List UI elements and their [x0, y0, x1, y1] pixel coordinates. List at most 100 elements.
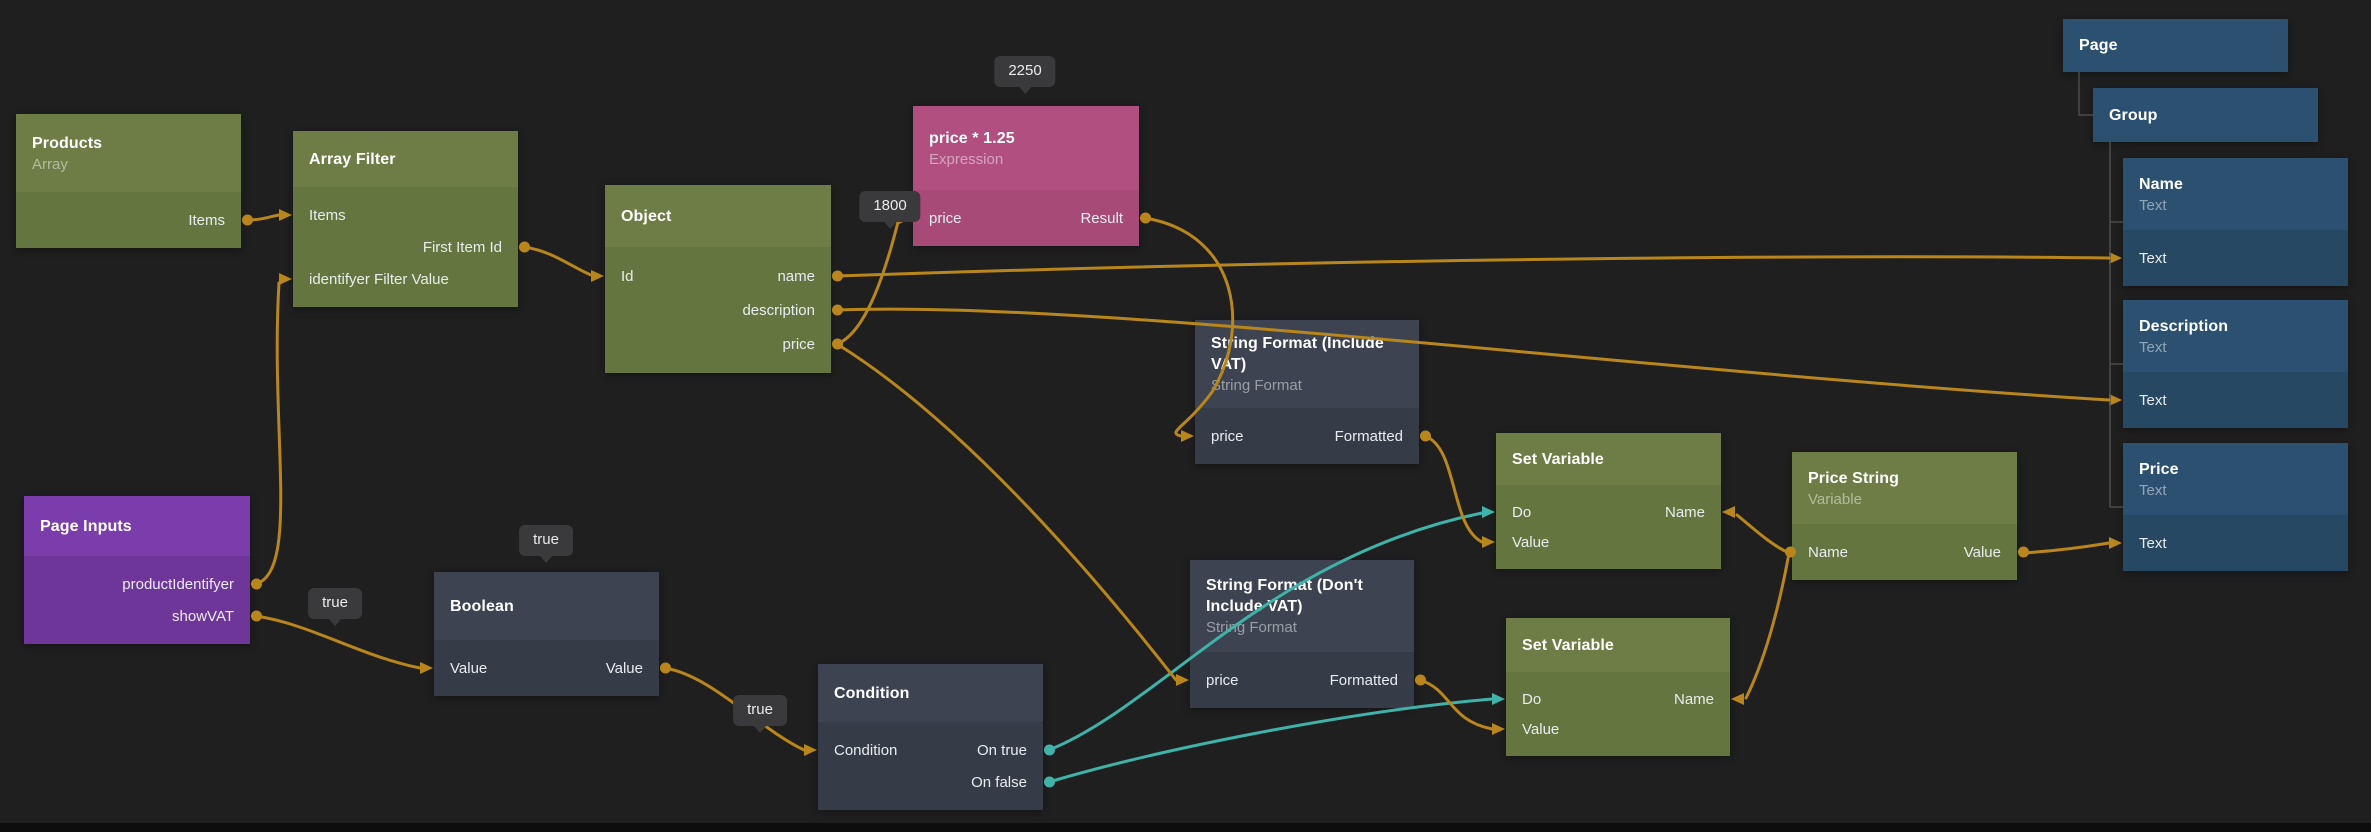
node-string-format-dont-include-vat[interactable]: String Format (Don't Include VAT)String …: [1190, 560, 1414, 708]
port-arrow-connector[interactable]: [2109, 394, 2122, 406]
port-dot-connector[interactable]: [1415, 675, 1426, 686]
node-object[interactable]: ObjectIdnamedescriptionprice: [605, 185, 831, 373]
port-dot-connector[interactable]: [242, 215, 253, 226]
port-dot-connector[interactable]: [660, 663, 671, 674]
wire-array-filter-first-item-id--object-id[interactable]: [524, 247, 591, 275]
port-arrow-connector[interactable]: [1482, 536, 1495, 548]
node-condition[interactable]: ConditionConditionOn trueOn false: [818, 664, 1043, 810]
node-string-format-include-vat[interactable]: String Format (Include VAT)String Format…: [1195, 320, 1419, 464]
wire-object-description--text-description-text[interactable]: [837, 309, 2109, 400]
node-text-description[interactable]: DescriptionTextText: [2123, 300, 2348, 428]
wire-condition-on-false--set-variable-2-do[interactable]: [1049, 699, 1492, 782]
node-products[interactable]: ProductsArray Items: [16, 114, 241, 248]
node-page[interactable]: Page: [2063, 19, 2288, 72]
wire-object-name--text-name-text[interactable]: [837, 257, 2109, 276]
port-dot-connector[interactable]: [251, 579, 262, 590]
port-arrow-connector[interactable]: [279, 209, 292, 221]
port-output-first-item-id[interactable]: First Item Id: [423, 239, 502, 256]
port-input-condition[interactable]: Condition: [834, 742, 897, 759]
port-output-items[interactable]: Items: [188, 212, 225, 229]
port-output-formatted[interactable]: Formatted: [1335, 428, 1403, 445]
node-page-inputs[interactable]: Page InputsproductIdentifyershowVAT: [24, 496, 250, 644]
port-input-identifyer-filter-value[interactable]: identifyer Filter Value: [309, 271, 449, 288]
port-dot-connector[interactable]: [2018, 547, 2029, 558]
port-arrow-connector[interactable]: [2109, 537, 2122, 549]
port-output-value[interactable]: Value: [1964, 544, 2001, 561]
node-set-variable-2[interactable]: Set VariableDoNameValue: [1506, 618, 1730, 756]
port-output-on-true[interactable]: On true: [977, 742, 1027, 759]
node-group[interactable]: Group: [2093, 88, 2318, 142]
node-expression[interactable]: price * 1.25ExpressionpriceResult: [913, 106, 1139, 246]
port-row: price Formatted: [1195, 420, 1419, 452]
port-dot-connector[interactable]: [1140, 213, 1151, 224]
node-price-string[interactable]: Price StringVariableNameValue: [1792, 452, 2017, 580]
wire-price-string-name--set-variable-1-name[interactable]: [1737, 515, 1789, 553]
port-input-value[interactable]: Value: [450, 660, 487, 677]
node-boolean[interactable]: BooleanValueValue: [434, 572, 659, 696]
port-arrow-connector[interactable]: [1181, 430, 1194, 442]
wire-page-inputs-productidentifyer--array-filter-filter-value[interactable]: [256, 283, 281, 584]
port-input-price[interactable]: price: [1211, 428, 1244, 445]
port-dot-connector[interactable]: [832, 271, 843, 282]
port-arrow-connector[interactable]: [1492, 723, 1505, 735]
port-arrow-connector[interactable]: [804, 744, 817, 756]
port-output-formatted[interactable]: Formatted: [1330, 672, 1398, 689]
value-tooltip-expression-result-value: 2250: [994, 56, 1055, 87]
wire-object-price--string-format-dont-price[interactable]: [837, 344, 1176, 680]
wire-string-format-include-formatted--set-variable-1-value[interactable]: [1425, 436, 1482, 542]
port-arrow-connector[interactable]: [2109, 252, 2122, 264]
node-text-name[interactable]: NameTextText: [2123, 158, 2348, 286]
port-output-name[interactable]: Name: [1674, 691, 1714, 708]
node-body: Text: [2123, 515, 2348, 571]
port-arrow-connector[interactable]: [420, 662, 433, 674]
port-output-name[interactable]: name: [777, 268, 815, 285]
node-set-variable-1[interactable]: Set VariableDoNameValue: [1496, 433, 1721, 569]
port-input-do[interactable]: Do: [1512, 504, 1531, 521]
port-arrow-connector[interactable]: [1731, 693, 1744, 705]
port-dot-connector[interactable]: [1044, 777, 1055, 788]
port-output-name[interactable]: Name: [1665, 504, 1705, 521]
port-row: productIdentifyer: [24, 568, 250, 600]
node-array-filter[interactable]: Array FilterItemsFirst Item Ididentifyer…: [293, 131, 518, 307]
port-output-showvat[interactable]: showVAT: [172, 608, 234, 625]
wire-price-string-value--text-price-text[interactable]: [2023, 543, 2109, 553]
node-text-price[interactable]: PriceTextText: [2123, 443, 2348, 571]
port-output-description[interactable]: description: [742, 302, 815, 319]
port-dot-connector[interactable]: [832, 305, 843, 316]
port-input-text[interactable]: Text: [2139, 392, 2167, 409]
port-arrow-connector[interactable]: [591, 270, 604, 282]
port-dot-connector[interactable]: [832, 339, 843, 350]
port-dot-connector[interactable]: [251, 611, 262, 622]
port-output-productidentifyer[interactable]: productIdentifyer: [122, 576, 234, 593]
port-input-items[interactable]: Items: [309, 207, 346, 224]
node-header: ProductsArray: [16, 114, 241, 192]
port-output-on-false[interactable]: On false: [971, 774, 1027, 791]
port-arrow-connector[interactable]: [1722, 506, 1735, 518]
port-input-price[interactable]: price: [1206, 672, 1239, 689]
port-dot-connector[interactable]: [1420, 431, 1431, 442]
node-graph-canvas[interactable]: ProductsArrayItemsArray FilterItemsFirst…: [0, 0, 2371, 832]
port-dot-connector[interactable]: [1785, 547, 1796, 558]
port-arrow-connector[interactable]: [1176, 674, 1189, 686]
port-dot-connector[interactable]: [1044, 745, 1055, 756]
node-subtitle: String Format: [1211, 376, 1403, 395]
port-output-result[interactable]: Result: [1080, 210, 1123, 227]
wire-price-string-name--set-variable-2-name[interactable]: [1746, 553, 1789, 698]
port-input-do[interactable]: Do: [1522, 691, 1541, 708]
port-arrow-connector[interactable]: [1482, 506, 1495, 518]
port-input-id[interactable]: Id: [621, 268, 634, 285]
port-output-value[interactable]: Value: [606, 660, 643, 677]
port-arrow-connector[interactable]: [279, 273, 292, 285]
port-input-text[interactable]: Text: [2139, 250, 2167, 267]
port-dot-connector[interactable]: [519, 242, 530, 253]
port-row: price Formatted: [1190, 664, 1414, 696]
port-input-value[interactable]: Value: [1522, 721, 1559, 738]
port-input-price[interactable]: price: [929, 210, 962, 227]
port-input-value[interactable]: Value: [1512, 534, 1549, 551]
wire-object-price--expression-price[interactable]: [837, 218, 899, 344]
wire-string-format-dont-formatted--set-variable-2-value[interactable]: [1420, 680, 1492, 729]
port-input-name[interactable]: Name: [1808, 544, 1848, 561]
port-input-text[interactable]: Text: [2139, 535, 2167, 552]
port-arrow-connector[interactable]: [1492, 693, 1505, 705]
port-output-price[interactable]: price: [782, 336, 815, 353]
